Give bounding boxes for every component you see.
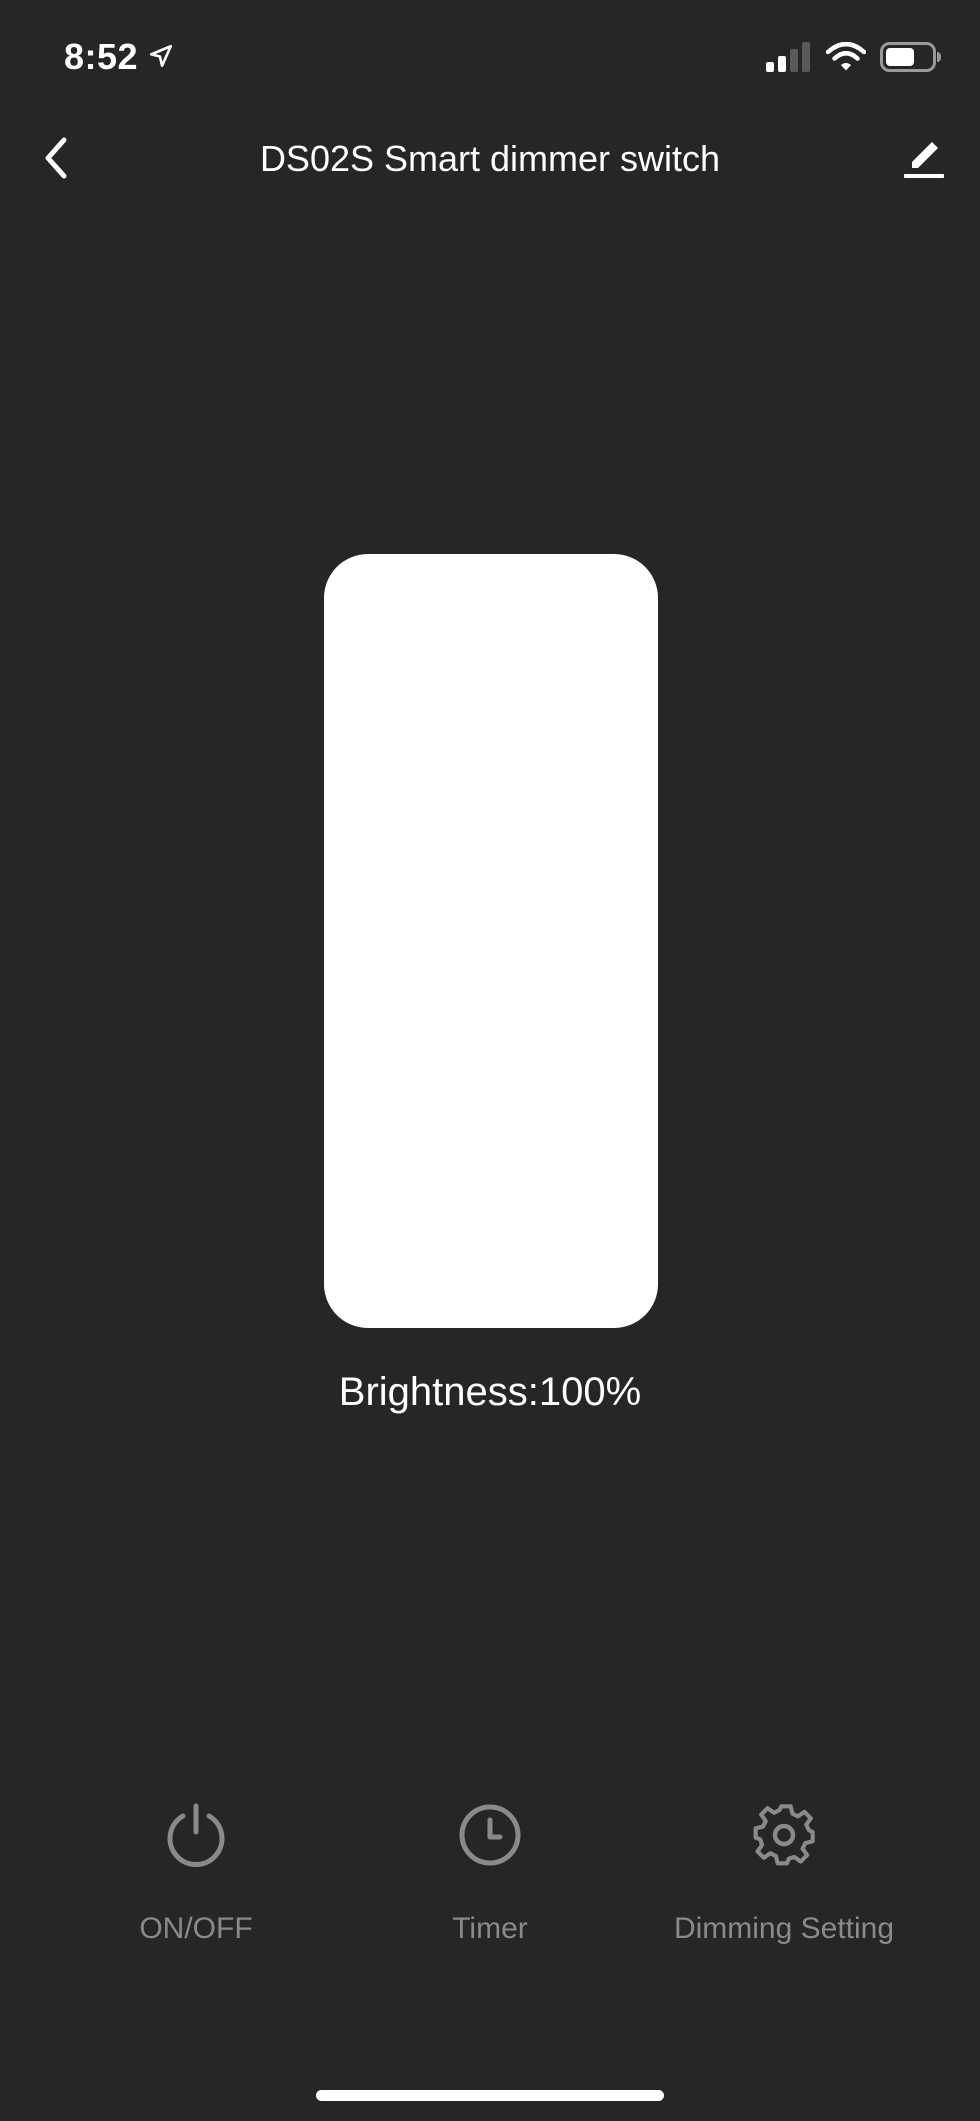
status-time-group: 8:52 (64, 36, 174, 78)
bottom-actions: ON/OFF Timer Dimming Setting (0, 1800, 980, 1980)
edit-button[interactable] (896, 132, 952, 188)
brightness-slider[interactable] (324, 554, 658, 1328)
on-off-label: ON/OFF (139, 1912, 253, 1945)
power-icon (161, 1800, 231, 1870)
nav-bar: DS02S Smart dimmer switch (0, 120, 980, 200)
page-title: DS02S Smart dimmer switch (259, 138, 721, 179)
chevron-left-icon (40, 136, 72, 185)
status-indicators (766, 41, 942, 77)
location-arrow-icon (148, 36, 174, 78)
on-off-button[interactable]: ON/OFF (56, 1800, 336, 1946)
back-button[interactable] (28, 132, 84, 188)
brightness-fill (324, 554, 658, 1328)
wifi-icon (825, 41, 867, 77)
battery-icon (880, 42, 942, 77)
status-bar: 8:52 (0, 0, 980, 120)
dimming-setting-label: Dimming Setting (673, 1912, 895, 1945)
gear-icon (749, 1800, 819, 1870)
brightness-label: Brightness:100% (338, 1370, 642, 1414)
home-indicator (316, 2090, 664, 2101)
cellular-signal-icon (766, 42, 812, 77)
dimming-setting-button[interactable]: Dimming Setting (644, 1800, 924, 1946)
pencil-icon (902, 136, 946, 185)
status-time: 8:52 (64, 36, 139, 77)
timer-label: Timer (452, 1912, 528, 1945)
timer-button[interactable]: Timer (350, 1800, 630, 1946)
clock-icon (455, 1800, 525, 1870)
